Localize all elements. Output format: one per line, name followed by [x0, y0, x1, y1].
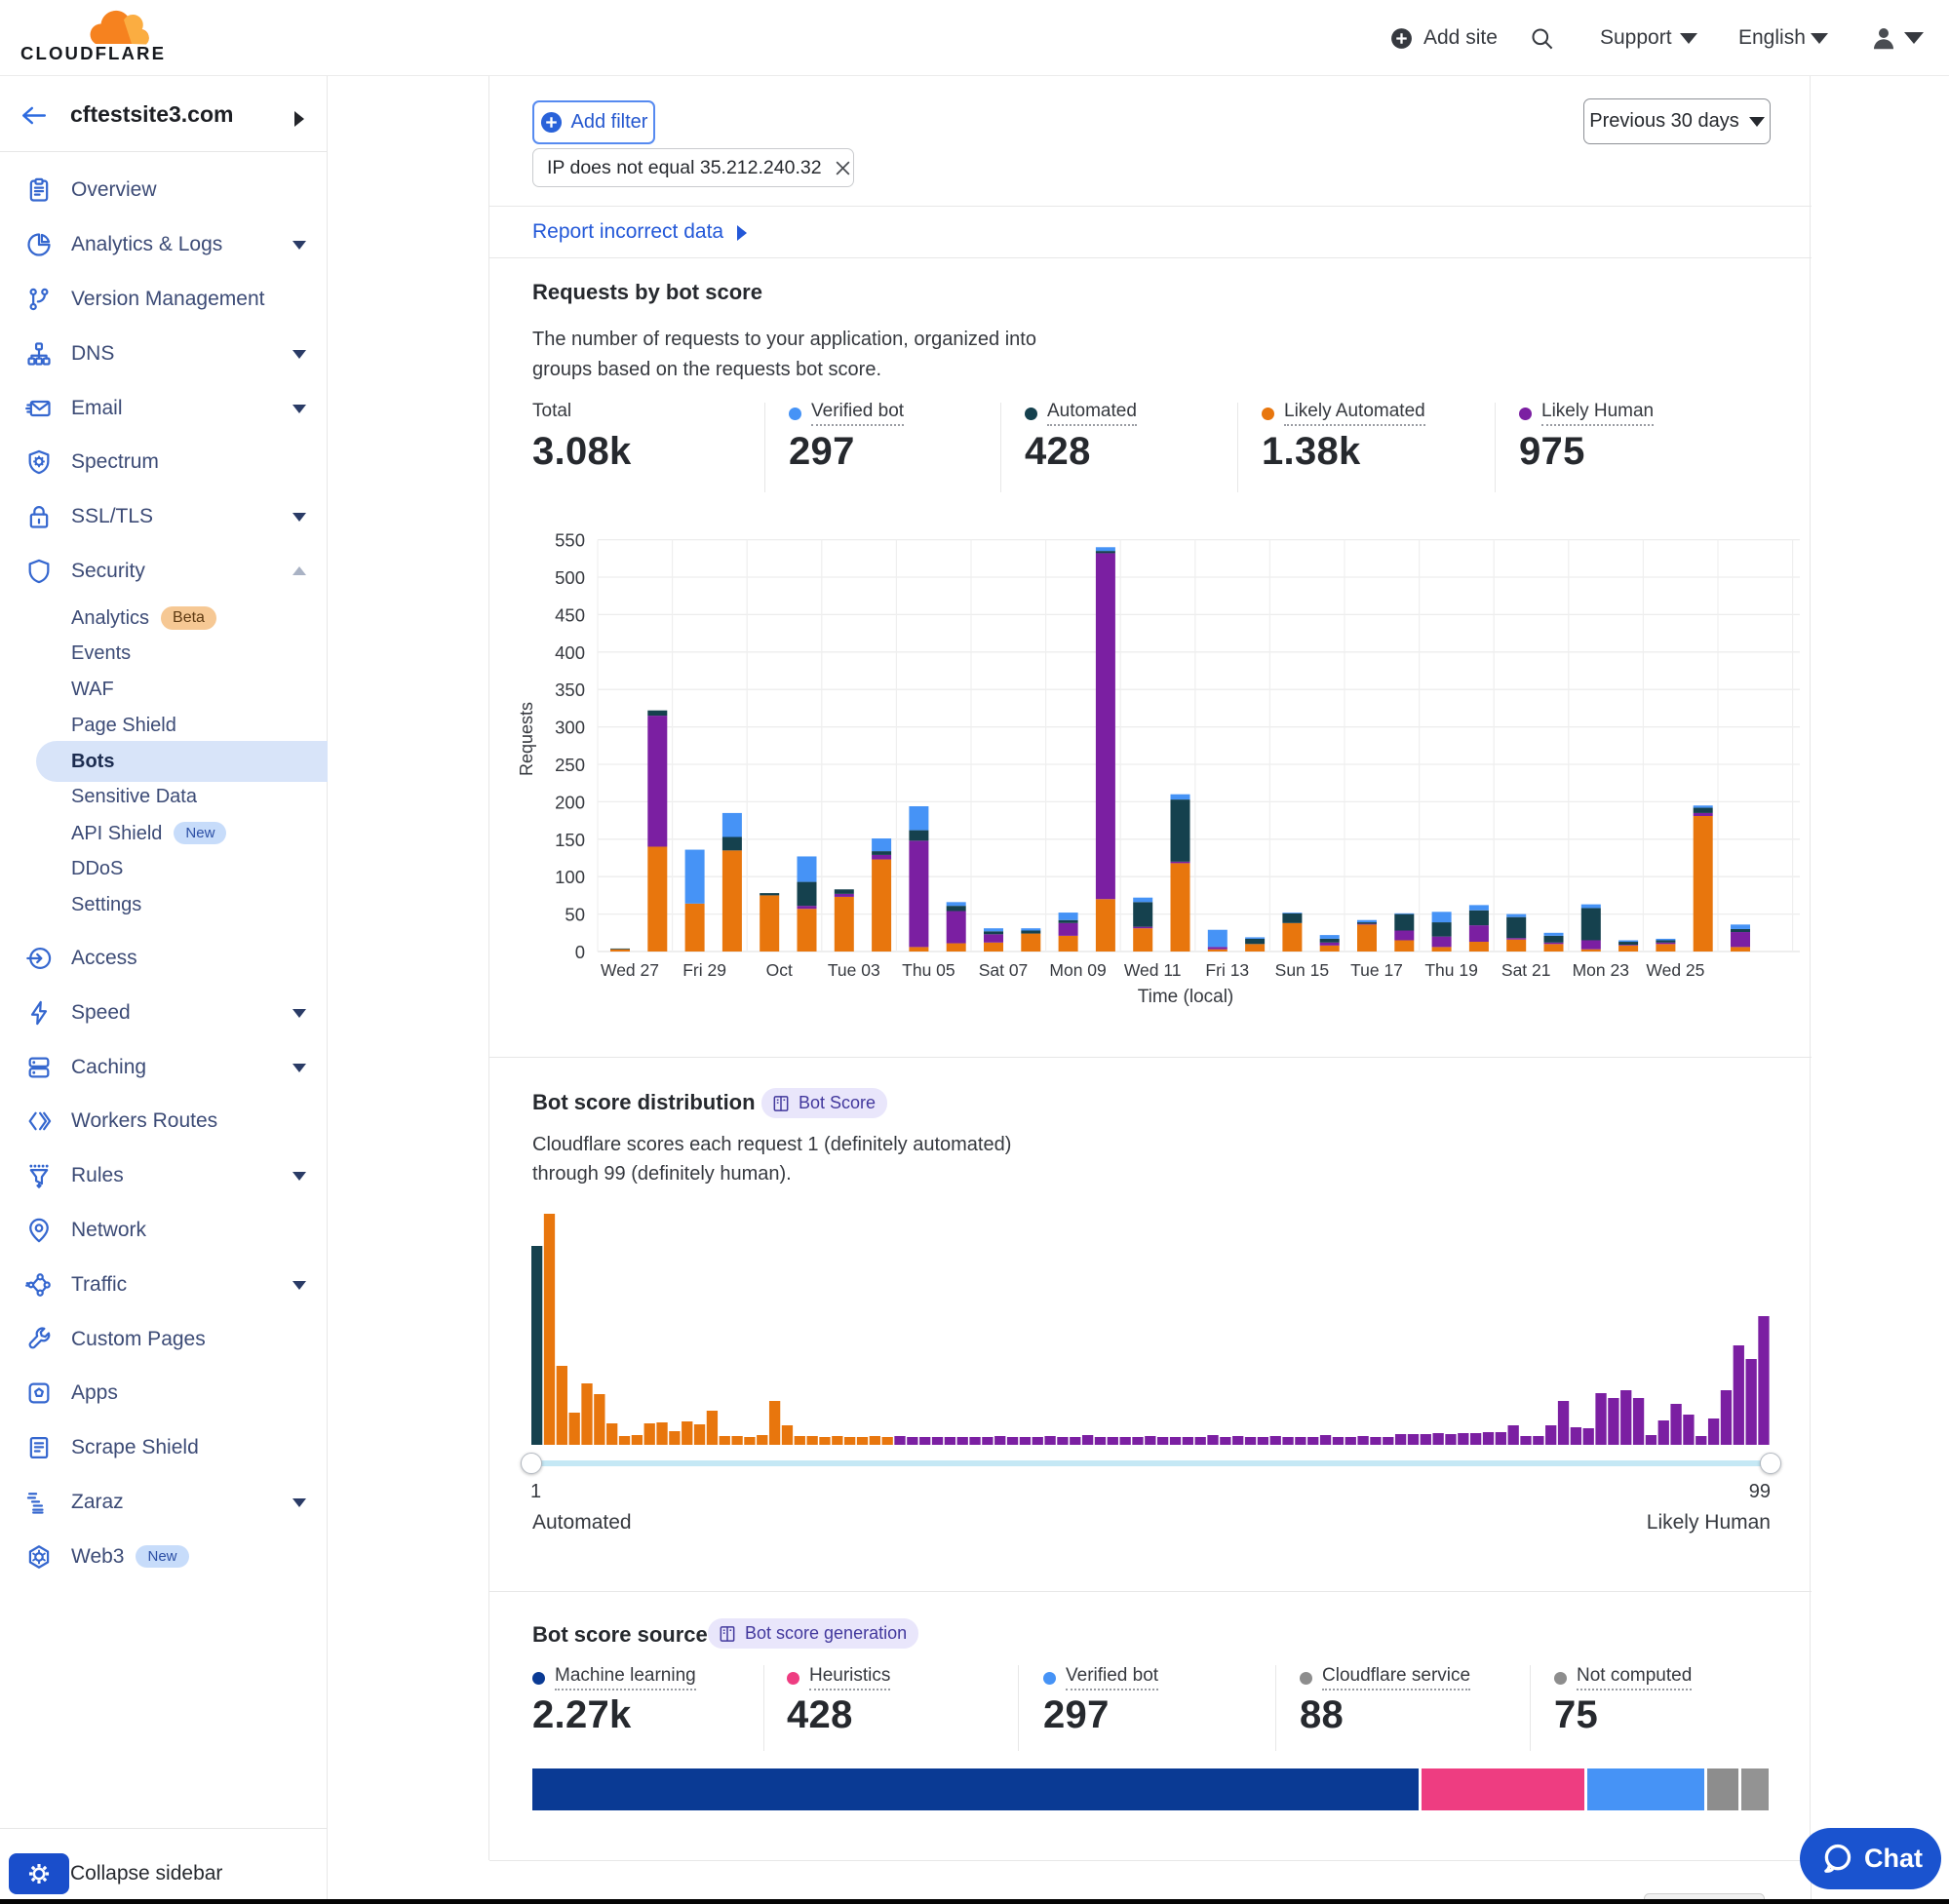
- svg-text:100: 100: [555, 867, 585, 887]
- svg-text:Thu 19: Thu 19: [1424, 960, 1477, 980]
- svg-text:250: 250: [555, 755, 585, 775]
- svg-text:Fri 13: Fri 13: [1205, 960, 1249, 980]
- svg-text:Requests: Requests: [517, 702, 536, 776]
- svg-text:Mon 23: Mon 23: [1573, 960, 1629, 980]
- svg-text:Oct: Oct: [766, 960, 793, 980]
- svg-text:Sat 07: Sat 07: [979, 960, 1029, 980]
- svg-text:Wed 11: Wed 11: [1124, 960, 1182, 980]
- svg-text:Wed 25: Wed 25: [1646, 960, 1704, 980]
- svg-text:450: 450: [555, 604, 585, 625]
- svg-text:550: 550: [555, 530, 585, 551]
- svg-text:CLOUDFLARE: CLOUDFLARE: [20, 43, 166, 63]
- svg-text:Tue 17: Tue 17: [1350, 960, 1403, 980]
- svg-text:Mon 09: Mon 09: [1049, 960, 1106, 980]
- svg-text:Time (local): Time (local): [1138, 987, 1234, 1007]
- svg-text:350: 350: [555, 680, 585, 700]
- svg-text:200: 200: [555, 792, 585, 812]
- svg-text:Sat 21: Sat 21: [1501, 960, 1551, 980]
- svg-text:Sun 15: Sun 15: [1275, 960, 1329, 980]
- svg-text:400: 400: [555, 642, 585, 663]
- svg-text:150: 150: [555, 830, 585, 850]
- svg-text:50: 50: [565, 905, 585, 925]
- svg-text:Tue 03: Tue 03: [828, 960, 880, 980]
- svg-text:Wed 27: Wed 27: [601, 960, 659, 980]
- svg-text:0: 0: [575, 942, 585, 962]
- svg-text:500: 500: [555, 567, 585, 588]
- svg-text:Thu 05: Thu 05: [902, 960, 955, 980]
- svg-text:Fri 29: Fri 29: [682, 960, 726, 980]
- svg-text:300: 300: [555, 718, 585, 738]
